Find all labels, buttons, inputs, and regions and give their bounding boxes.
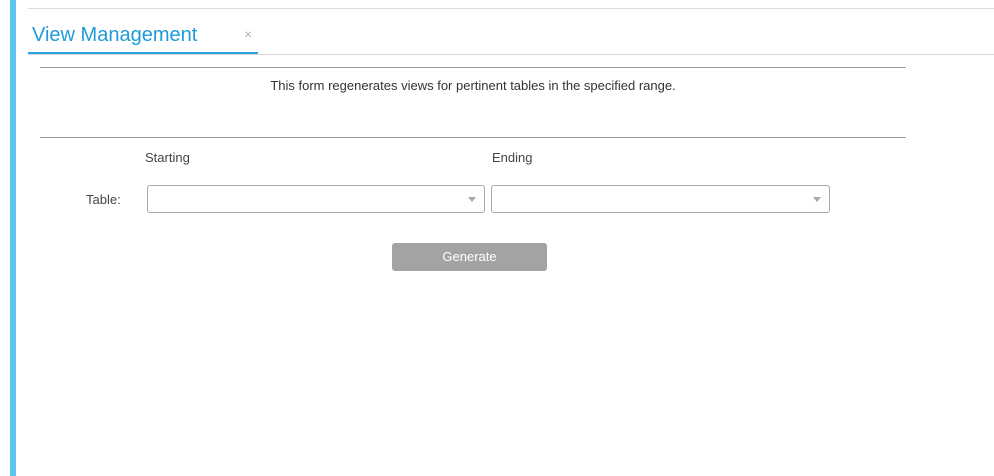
top-rule [40,67,906,68]
table-label: Table: [86,192,121,207]
close-icon[interactable]: × [244,26,252,42]
top-divider [28,8,994,9]
chevron-down-icon [468,197,476,202]
generate-button[interactable]: Generate [392,243,547,271]
view-management-page: View Management × This form regenerates … [0,0,994,476]
chevron-down-icon [813,197,821,202]
left-accent-bar [10,0,16,476]
tab-view-management[interactable]: View Management × [28,22,258,54]
ending-table-select[interactable] [491,185,830,213]
starting-header: Starting [145,150,190,165]
starting-table-select[interactable] [147,185,485,213]
form-description: This form regenerates views for pertinen… [270,78,676,93]
tab-bar: View Management × [28,22,994,55]
tab-title: View Management [32,24,198,46]
middle-rule [40,137,906,138]
ending-header: Ending [492,150,533,165]
